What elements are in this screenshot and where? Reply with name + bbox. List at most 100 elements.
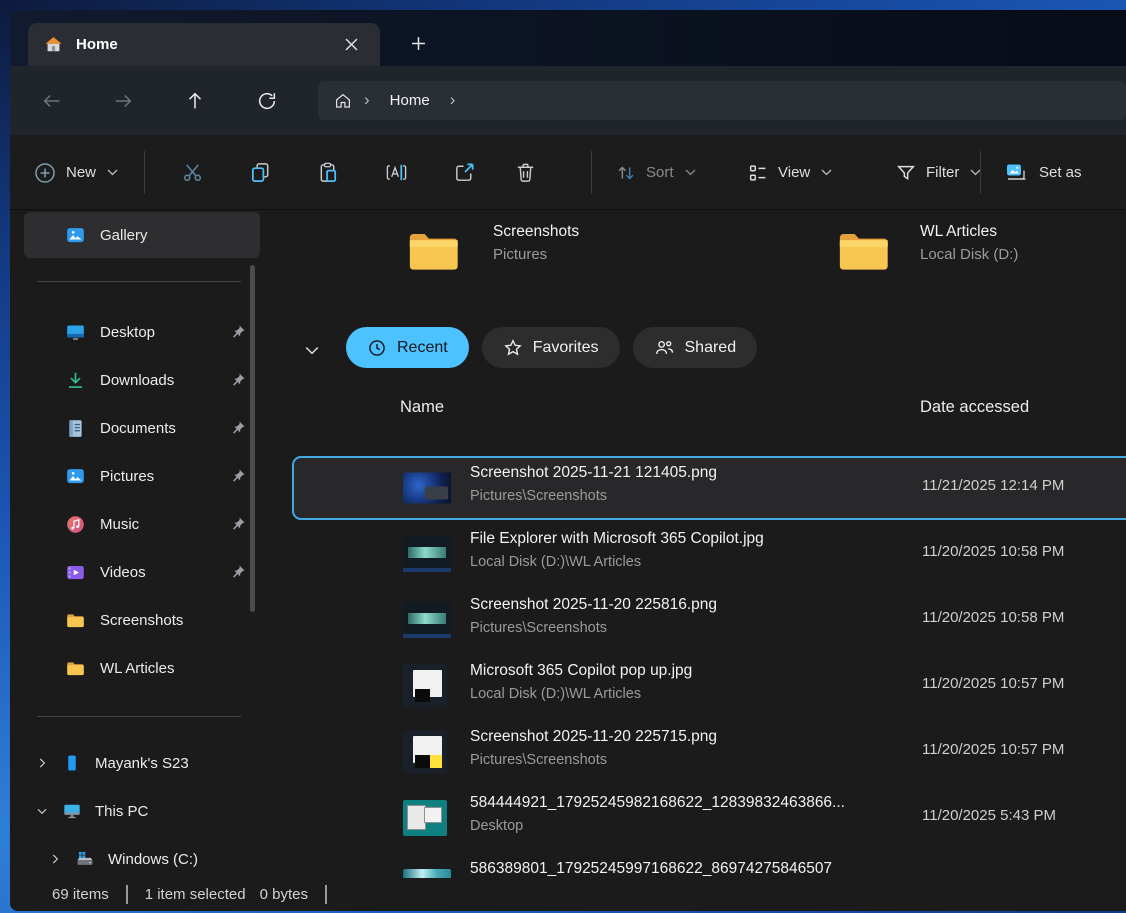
home-icon: [44, 35, 63, 54]
folder-icon[interactable]: [405, 228, 463, 274]
file-row-selected[interactable]: Screenshot 2025-11-21 121405.png Picture…: [288, 455, 1126, 521]
gallery-icon: [65, 225, 86, 246]
sidebar-item-windows-c[interactable]: Windows (C:): [10, 835, 288, 883]
chevron-down-icon[interactable]: [35, 804, 49, 818]
set-as-background-button[interactable]: Set as: [1004, 135, 1082, 210]
sidebar-item-music[interactable]: Music: [10, 500, 288, 548]
sidebar-scrollbar[interactable]: [250, 265, 255, 612]
pin-icon: [230, 420, 246, 436]
rename-button[interactable]: [376, 152, 416, 192]
sidebar-item-desktop[interactable]: Desktop: [10, 308, 288, 356]
file-row[interactable]: 584444921_17925245982168622_128398324638…: [288, 785, 1126, 851]
collapse-section-chevron-icon[interactable]: [300, 338, 324, 362]
sidebar-item-screenshots[interactable]: Screenshots: [10, 596, 288, 644]
quick-folder-location: Local Disk (D:): [920, 244, 1018, 266]
tab-shared[interactable]: Shared: [633, 327, 758, 368]
sidebar-item-label: Desktop: [100, 324, 155, 341]
column-header-date-accessed[interactable]: Date accessed: [920, 398, 1029, 417]
sidebar-item-pictures[interactable]: Pictures: [10, 452, 288, 500]
chevron-right-icon[interactable]: [48, 852, 62, 866]
delete-button[interactable]: [505, 152, 545, 192]
sort-arrows-icon: [615, 162, 637, 184]
sidebar-item-wl-articles[interactable]: WL Articles: [10, 644, 288, 692]
file-name: Screenshot 2025-11-20 225816.png: [470, 596, 717, 614]
navigation-bar: › Home ›: [10, 66, 1126, 135]
refresh-icon[interactable]: [253, 87, 281, 115]
quick-folder-wl-articles[interactable]: WL Articles Local Disk (D:): [920, 220, 1018, 266]
status-divider: [126, 885, 128, 904]
view-button[interactable]: View: [747, 135, 832, 210]
sidebar-item-label: Downloads: [100, 372, 174, 389]
sidebar-item-label: Pictures: [100, 468, 154, 485]
chevron-right-icon[interactable]: [35, 756, 49, 770]
up-icon[interactable]: [181, 87, 209, 115]
file-name: Microsoft 365 Copilot pop up.jpg: [470, 662, 692, 680]
breadcrumb-segment-home[interactable]: Home: [382, 92, 438, 109]
forward-icon[interactable]: [109, 87, 137, 115]
tab-recent[interactable]: Recent: [346, 327, 469, 368]
file-explorer-window: Home › Home ›: [10, 10, 1126, 911]
new-button-label: New: [66, 164, 96, 181]
sidebar-item-mayanks-s23[interactable]: Mayank's S23: [10, 739, 288, 787]
file-name: File Explorer with Microsoft 365 Copilot…: [470, 530, 764, 548]
chevron-down-icon: [685, 169, 696, 176]
breadcrumb-separator[interactable]: ›: [450, 91, 456, 111]
file-location: Pictures\Screenshots: [470, 620, 607, 636]
address-bar[interactable]: › Home ›: [318, 81, 1126, 120]
sidebar: Gallery Desktop Downloads: [10, 210, 288, 878]
desktop-icon: [65, 322, 86, 343]
file-date-accessed: 11/20/2025 10:58 PM: [922, 609, 1064, 626]
music-icon: [65, 514, 86, 535]
sidebar-item-this-pc[interactable]: This PC: [10, 787, 288, 835]
tab-bar: Home: [10, 10, 1126, 66]
column-header-name[interactable]: Name: [400, 398, 444, 417]
file-row[interactable]: Screenshot 2025-11-20 225715.png Picture…: [288, 719, 1126, 785]
selection-size: 0 bytes: [260, 886, 308, 903]
file-row[interactable]: File Explorer with Microsoft 365 Copilot…: [288, 521, 1126, 587]
file-date-accessed: 11/21/2025 12:14 PM: [922, 477, 1064, 494]
main-content: Screenshots Pictures WL Articles Local D…: [288, 210, 1126, 878]
sort-button[interactable]: Sort: [615, 135, 696, 210]
computer-icon: [62, 801, 82, 821]
file-location: Pictures\Screenshots: [470, 752, 607, 768]
sidebar-item-label: Mayank's S23: [95, 755, 189, 772]
file-row[interactable]: Microsoft 365 Copilot pop up.jpg Local D…: [288, 653, 1126, 719]
quick-folder-name: Screenshots: [493, 220, 579, 244]
sidebar-item-videos[interactable]: Videos: [10, 548, 288, 596]
sidebar-item-gallery[interactable]: Gallery: [24, 212, 260, 258]
chevron-down-icon: [107, 169, 118, 176]
sort-button-label: Sort: [646, 164, 674, 181]
file-name: Screenshot 2025-11-20 225715.png: [470, 728, 717, 746]
close-tab-icon[interactable]: [338, 32, 364, 58]
file-thumbnail: [403, 664, 447, 708]
share-button[interactable]: [444, 152, 484, 192]
videos-icon: [65, 562, 86, 583]
filter-button[interactable]: Filter: [895, 135, 981, 210]
cut-button[interactable]: [172, 152, 212, 192]
toolbar-divider: [144, 151, 145, 194]
new-button[interactable]: New: [33, 135, 118, 210]
file-location: Local Disk (D:)\WL Articles: [470, 554, 641, 570]
file-row[interactable]: Screenshot 2025-11-20 225816.png Picture…: [288, 587, 1126, 653]
sidebar-item-downloads[interactable]: Downloads: [10, 356, 288, 404]
new-tab-icon[interactable]: [404, 30, 432, 56]
pin-icon: [230, 324, 246, 340]
breadcrumb-home-icon[interactable]: [334, 92, 352, 110]
tab-label: Favorites: [533, 339, 599, 357]
quick-folder-screenshots[interactable]: Screenshots Pictures: [493, 220, 579, 266]
paste-button[interactable]: [308, 152, 348, 192]
tab-home[interactable]: Home: [28, 23, 380, 66]
documents-icon: [65, 418, 86, 439]
folder-icon: [65, 658, 86, 679]
copy-button[interactable]: [240, 152, 280, 192]
folder-icon[interactable]: [835, 228, 893, 274]
file-date-accessed: 11/20/2025 10:58 PM: [922, 543, 1064, 560]
file-date-accessed: 11/20/2025 5:43 PM: [922, 807, 1056, 824]
sidebar-item-label: Videos: [100, 564, 146, 581]
file-row-partial[interactable]: 586389801_17925245997168622_869742758465…: [288, 851, 1126, 878]
tab-favorites[interactable]: Favorites: [482, 327, 620, 368]
sidebar-item-documents[interactable]: Documents: [10, 404, 288, 452]
file-name: Screenshot 2025-11-21 121405.png: [470, 464, 717, 482]
back-icon[interactable]: [38, 87, 66, 115]
pin-icon: [230, 516, 246, 532]
